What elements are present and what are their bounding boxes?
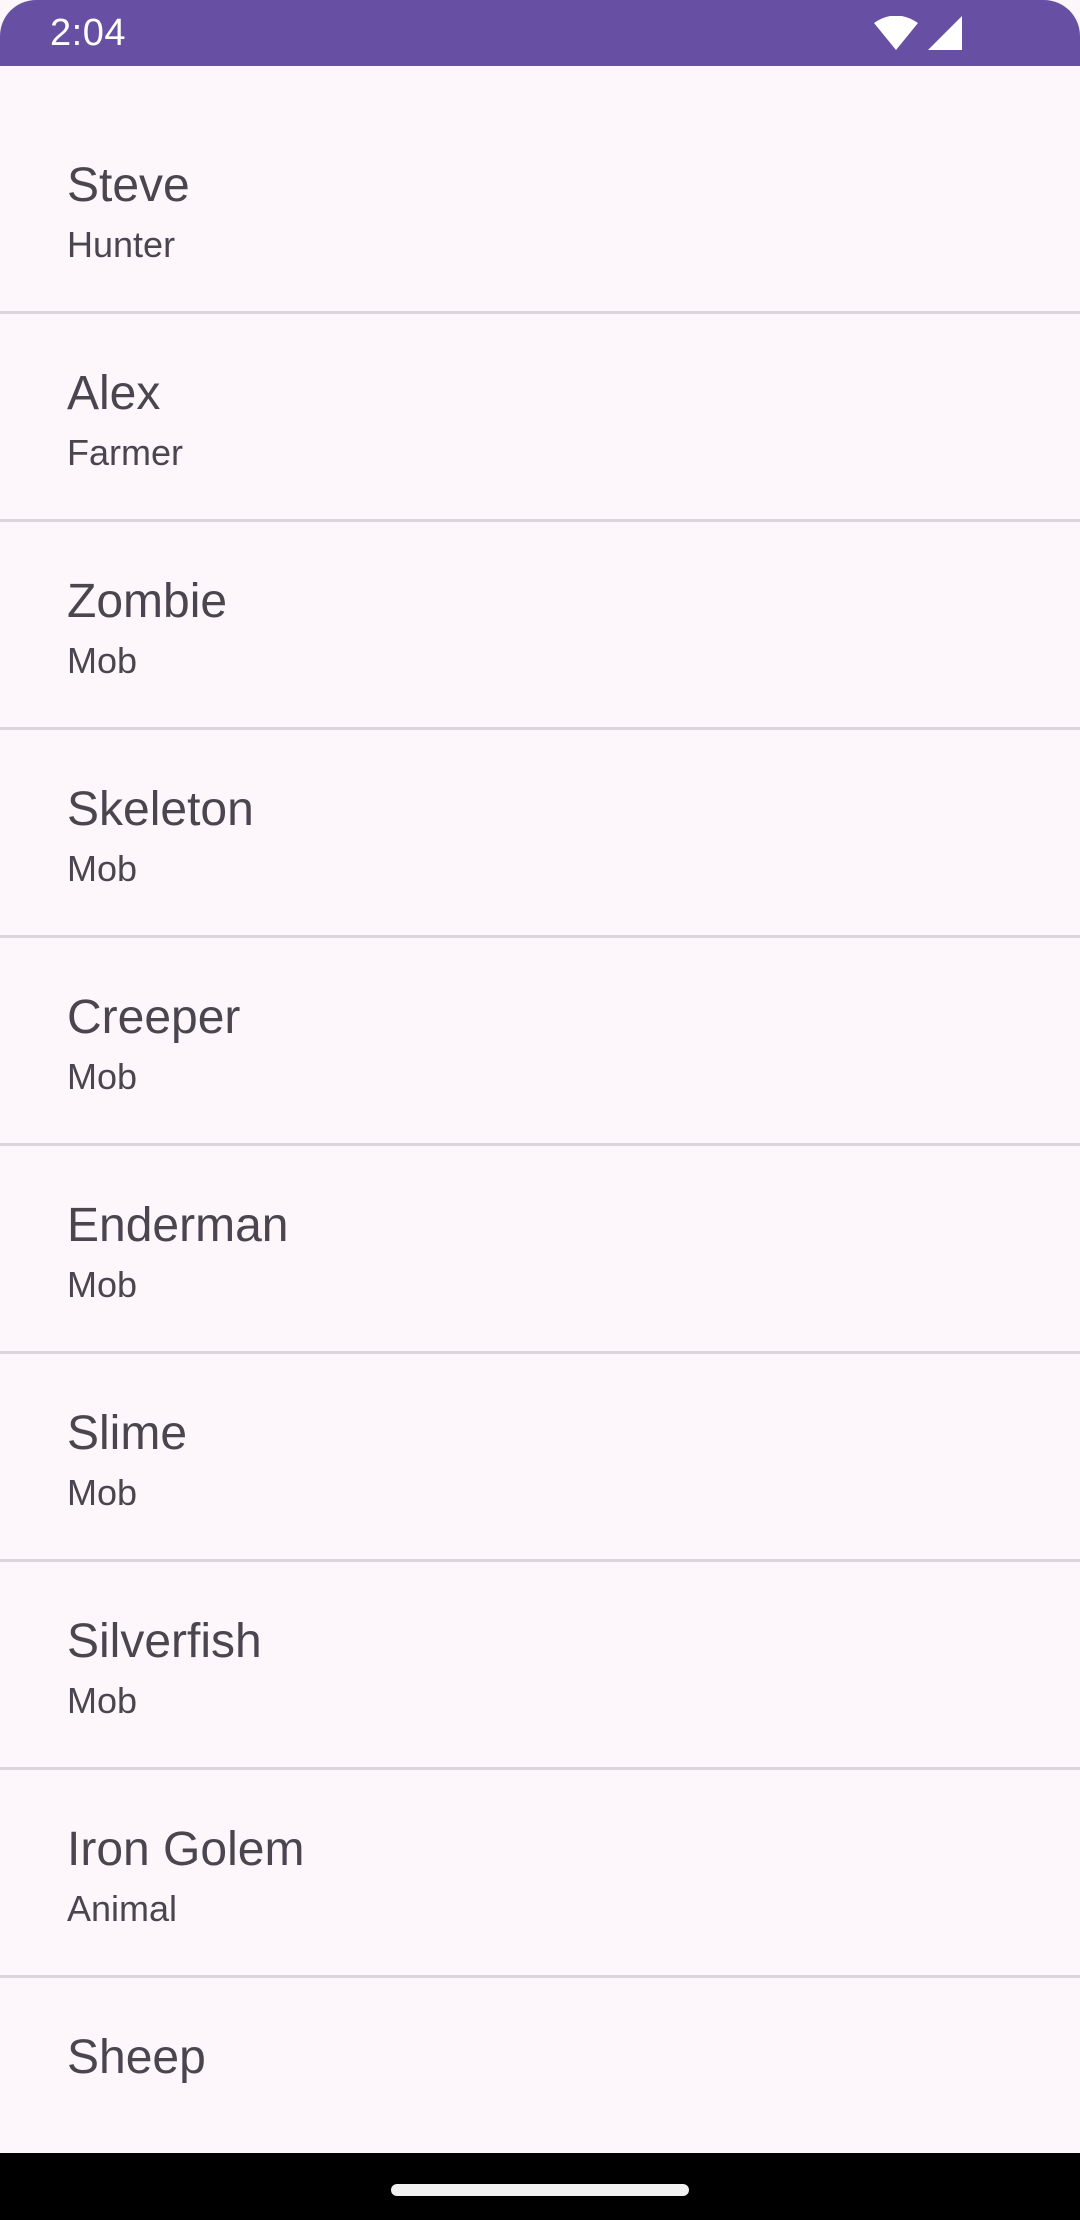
list-item[interactable]: Sheep [0,1978,1080,2138]
item-type: Mob [67,1056,138,1097]
list-item[interactable]: Enderman Mob [0,1146,1080,1354]
list-item[interactable]: Skeleton Mob [0,730,1080,938]
home-gesture-handle[interactable] [391,2184,689,2196]
item-name: Silverfish [67,1615,262,1668]
app-screen: 2:04 Steve Hunter Alex Farmer Zombie Mob… [0,0,1080,2220]
item-name: Creeper [67,991,241,1044]
item-name: Alex [67,367,161,420]
cell-signal-icon [928,16,962,50]
list-item[interactable]: Slime Mob [0,1354,1080,1562]
list-item[interactable]: Silverfish Mob [0,1562,1080,1770]
item-name: Steve [67,159,190,212]
item-type: Mob [67,1472,138,1513]
item-type: Animal [67,1888,178,1929]
list-item[interactable]: Steve Hunter [0,106,1080,314]
item-name: Skeleton [67,783,254,836]
item-type: Farmer [67,432,183,473]
item-type: Mob [67,640,138,681]
item-type: Hunter [67,224,176,265]
status-time: 2:04 [50,12,126,54]
item-type: Mob [67,1680,138,1721]
list-item[interactable]: Iron Golem Animal [0,1770,1080,1978]
item-name: Zombie [67,575,228,628]
status-icons [874,16,962,50]
item-name: Enderman [67,1199,289,1252]
item-name: Iron Golem [67,1823,305,1876]
list-item[interactable]: Alex Farmer [0,314,1080,522]
item-type: Mob [67,848,138,889]
status-bar: 2:04 [0,0,1080,66]
character-list: Steve Hunter Alex Farmer Zombie Mob Skel… [0,106,1080,2138]
wifi-icon [874,16,918,50]
item-name: Sheep [67,2031,206,2084]
item-type: Mob [67,1264,138,1305]
navigation-bar [0,2153,1080,2220]
item-name: Slime [67,1407,188,1460]
list-item[interactable]: Zombie Mob [0,522,1080,730]
list-item[interactable]: Creeper Mob [0,938,1080,1146]
